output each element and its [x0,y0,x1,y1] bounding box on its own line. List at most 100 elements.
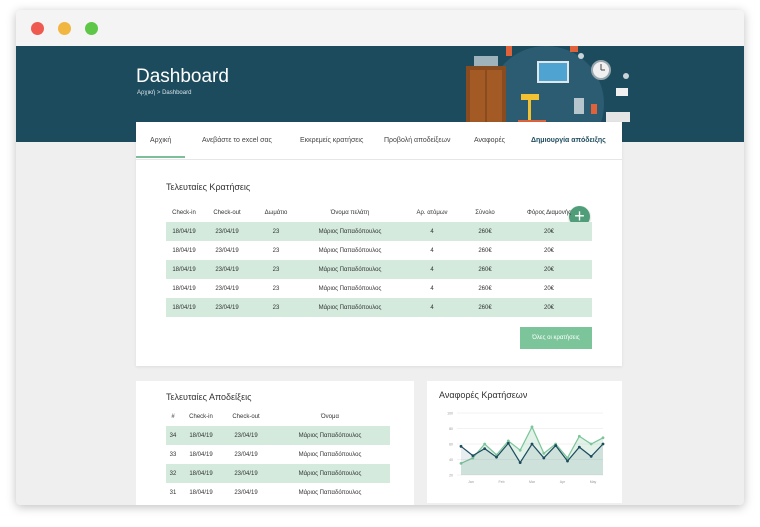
minimize-window-button[interactable] [58,22,71,35]
maximize-window-button[interactable] [85,22,98,35]
cell: 18/04/19 [166,222,202,241]
data-point [577,434,581,438]
col-checkout: Check-out [232,414,260,420]
table-row[interactable]: 18/04/19 23/04/19 23 Μάριος Παπαδόπουλος… [166,241,592,260]
data-point [459,444,463,448]
cell: 23/04/19 [202,260,252,279]
x-tick-label: Mar [529,480,536,484]
table-row[interactable]: 32 18/04/19 23/04/19 Μάριος Παπαδόπουλος [166,464,390,483]
cell: 23 [252,298,300,317]
cell: 20€ [506,260,592,279]
cell: 23/04/19 [202,222,252,241]
cell: Μάριος Παπαδόπουλος [298,489,362,496]
data-point [589,455,593,458]
table-row[interactable]: 33 18/04/19 23/04/19 Μάριος Παπαδόπουλος [166,445,390,464]
cell: 31 [169,489,177,496]
col-room: Δωμάτιο [264,210,288,216]
col-checkout: Check-out [213,210,241,216]
cell: 23/04/19 [234,489,258,496]
cell: 4 [430,285,434,292]
table-row[interactable]: 31 18/04/19 23/04/19 Μάριος Παπαδόπουλος [166,483,390,502]
col-name: Όνομα [321,414,339,420]
x-tick-label: Jan [468,480,474,484]
cell: Μάριος Παπαδόπουλος [270,464,390,483]
tab-view-receipts[interactable]: Προβολή αποδείξεων [384,137,451,144]
cell: 20€ [506,298,592,317]
cell: 20€ [543,247,554,254]
cell: 23/04/19 [202,298,252,317]
page-title: Dashboard [136,66,229,87]
y-tick-label: 40 [449,458,453,462]
cell: Μάριος Παπαδόπουλος [318,285,382,292]
cell: Μάριος Παπαδόπουλος [270,426,390,445]
cell: 32 [166,464,180,483]
all-bookings-button[interactable]: Όλες οι κρατήσεις [520,327,592,349]
table-row[interactable]: 18/04/19 23/04/19 23 Μάριος Παπαδόπουλος… [166,260,592,279]
table-row[interactable]: 18/04/19 23/04/19 23 Μάριος Παπαδόπουλος… [166,279,592,298]
y-tick-label: 60 [449,443,453,447]
cell: 23 [252,260,300,279]
cell: Μάριος Παπαδόπουλος [300,222,400,241]
cell: 260€ [464,298,506,317]
col-total: Σύνολο [475,210,495,216]
tab-pending-bookings[interactable]: Εκκρεμείς κρατήσεις [300,137,363,144]
data-point [542,451,546,455]
bookings-header-row: Check-in Check-out Δωμάτιο Όνομα πελάτη … [166,204,592,222]
cell: 18/04/19 [172,285,196,292]
receipts-title: Τελευταίες Αποδείξεις [166,392,252,402]
cell: 33 [169,451,177,458]
breadcrumb: Αρχική > Dashboard [137,90,192,96]
data-point [518,448,522,452]
cell: 18/04/19 [180,426,222,445]
data-point [577,445,581,449]
browser-window: Dashboard Αρχική > Dashboard Αρχική Ανεβ… [16,10,744,505]
cell: 18/04/19 [166,260,202,279]
data-point [483,442,487,446]
data-point [518,461,522,464]
cell: Μάριος Παπαδόπουλος [300,298,400,317]
window-titlebar [16,10,744,46]
data-point [601,442,605,446]
table-row[interactable]: 18/04/19 23/04/19 23 Μάριος Παπαδόπουλος… [166,222,592,241]
close-window-button[interactable] [31,22,44,35]
tab-reports[interactable]: Αναφορές [474,137,505,144]
tab-home[interactable]: Αρχική [136,137,186,158]
nav-tabs: Αρχική Ανεβάστε το excel σας Εκκρεμείς κ… [136,122,622,160]
col-number: # [171,414,175,420]
tab-create-receipt[interactable]: Δημιουργία απόδειξης [531,137,606,144]
cell: 23/04/19 [215,285,239,292]
bookings-table: Check-in Check-out Δωμάτιο Όνομα πελάτη … [166,204,592,317]
cell: 260€ [478,285,492,292]
cell: 4 [400,260,464,279]
cell: 18/04/19 [189,451,213,458]
table-row[interactable]: 18/04/19 23/04/19 23 Μάριος Παπαδόπουλος… [166,298,592,317]
x-tick-label: May [590,480,597,484]
cell: 260€ [478,247,492,254]
y-tick-label: 20 [449,474,453,478]
data-point [483,447,487,451]
data-point [542,456,546,460]
cell: Μάριος Παπαδόπουλος [318,247,382,254]
cell: Μάριος Παπαδόπουλος [300,260,400,279]
cell: 23/04/19 [215,247,239,254]
col-checkin: Check-in [172,210,196,216]
col-persons: Αρ. ατόμων [416,210,448,216]
cell: 260€ [464,260,506,279]
cell: 18/04/19 [166,298,202,317]
cell: 34 [166,426,180,445]
cell: 260€ [464,222,506,241]
cell: 23 [272,285,280,292]
bookings-title: Τελευταίες Κρατήσεις [166,182,251,192]
receipts-table: # Check-in Check-out Όνομα 34 18/04/19 2… [166,408,390,502]
data-point [530,425,534,429]
cell: Μάριος Παπαδόπουλος [298,451,362,458]
data-point [506,441,510,445]
col-tax: Φόρος Διαμονής [527,210,571,216]
cell: 23/04/19 [222,464,270,483]
cell: 18/04/19 [189,489,213,496]
tab-upload-excel[interactable]: Ανεβάστε το excel σας [202,137,272,144]
data-point [495,455,498,459]
table-row[interactable]: 34 18/04/19 23/04/19 Μάριος Παπαδόπουλος [166,426,390,445]
data-point [566,459,569,463]
bookings-card: Αρχική Ανεβάστε το excel σας Εκκρεμείς κ… [136,122,622,366]
